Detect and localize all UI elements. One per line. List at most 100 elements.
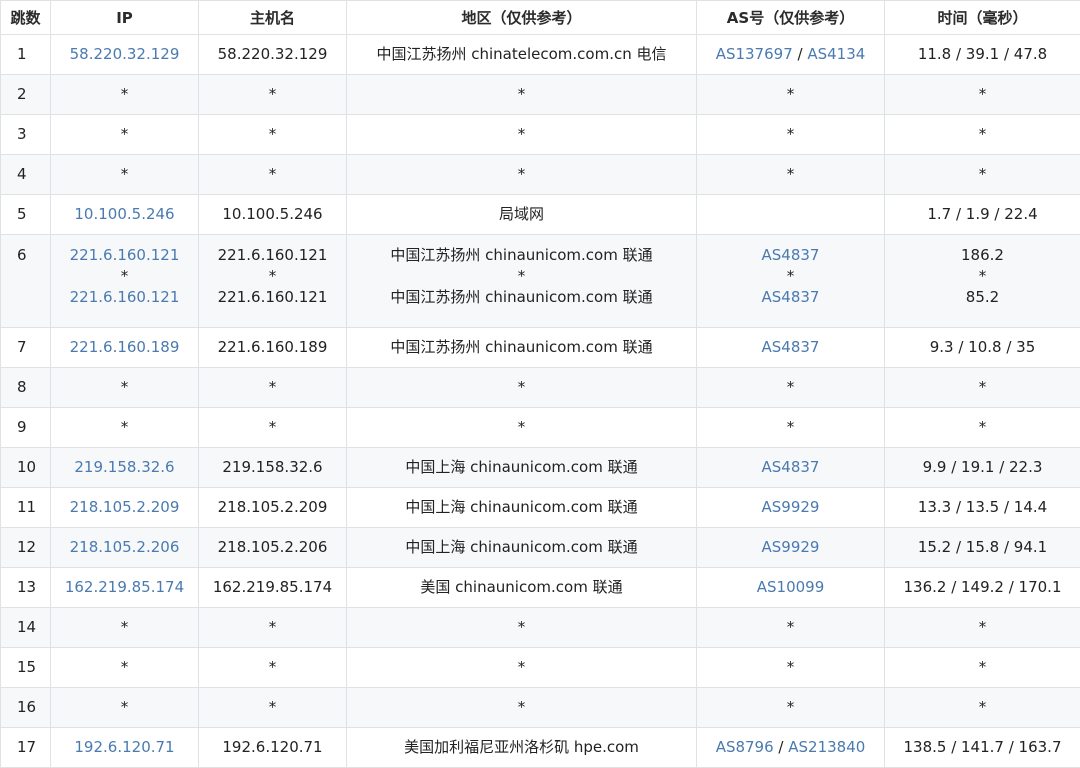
hostname-cell-text: * [203,658,342,677]
ip-link[interactable]: 218.105.2.209 [55,498,194,517]
region-cell-text: * [351,125,692,144]
traceroute-table: 跳数 IP 主机名 地区（仅供参考） AS号（仅供参考） 时间（毫秒） 158.… [0,0,1080,768]
ip-link[interactable]: 162.219.85.174 [55,578,194,597]
table-row: 9***** [1,408,1080,448]
header-hostname: 主机名 [199,1,347,35]
ip-cell: 218.105.2.209 [51,488,199,528]
ip-link[interactable]: 10.100.5.246 [55,205,194,224]
as-line: AS8796 / AS213840 [701,738,880,757]
region-cell-text: * [351,85,692,104]
ip-link[interactable]: 192.6.120.71 [55,738,194,757]
hop-cell: 13 [1,568,51,608]
region-cell-text: * [351,618,692,637]
ip-link[interactable]: 58.220.32.129 [55,45,194,64]
table-row: 11218.105.2.209218.105.2.209中国上海 chinaun… [1,488,1080,528]
as-line: * [701,378,880,397]
time-cell: 15.2 / 15.8 / 94.1 [885,528,1080,568]
ip-link[interactable]: 221.6.160.121 [55,287,194,308]
hostname-cell: 221.6.160.121*221.6.160.121 [199,235,347,328]
time-cell: 9.9 / 19.1 / 22.3 [885,448,1080,488]
as-line: AS137697 / AS4134 [701,45,880,64]
as-line: AS9929 [701,538,880,557]
as-text: * [787,658,795,676]
as-text: * [787,267,795,285]
ip-cell: 10.100.5.246 [51,195,199,235]
hostname-cell-text: * [203,378,342,397]
as-cell: AS4837 [697,448,885,488]
as-link[interactable]: AS8796 [716,738,774,756]
region-cell-text: * [351,266,692,287]
region-cell-text: * [351,658,692,677]
ip-link[interactable]: 221.6.160.189 [55,338,194,357]
as-link[interactable]: AS10099 [757,578,825,596]
hop-cell: 1 [1,35,51,75]
ip-cell-text: * [55,698,194,717]
time-cell-text: 9.3 / 10.8 / 35 [889,338,1076,357]
as-link[interactable]: AS9929 [762,498,820,516]
table-body: 158.220.32.12958.220.32.129中国江苏扬州 chinat… [1,35,1080,768]
ip-cell: * [51,648,199,688]
region-cell-text: 美国 chinaunicom.com 联通 [351,578,692,597]
as-cell [697,195,885,235]
as-link[interactable]: AS9929 [762,538,820,556]
as-text: * [787,618,795,636]
hop-cell: 16 [1,688,51,728]
as-link[interactable]: AS4837 [762,288,820,306]
region-cell-text: 中国江苏扬州 chinaunicom.com 联通 [351,287,692,308]
time-cell: * [885,368,1080,408]
time-cell-text: 1.7 / 1.9 / 22.4 [889,205,1076,224]
table-row: 14***** [1,608,1080,648]
region-cell-text: 中国上海 chinaunicom.com 联通 [351,498,692,517]
as-line: AS4837 [701,245,880,266]
as-cell: * [697,368,885,408]
as-link[interactable]: AS4134 [807,45,865,63]
hostname-cell: 218.105.2.209 [199,488,347,528]
as-link[interactable]: AS4837 [762,338,820,356]
as-link[interactable]: AS213840 [788,738,865,756]
as-text: * [787,378,795,396]
region-cell-text: 中国江苏扬州 chinatelecom.com.cn 电信 [351,45,692,64]
ip-link[interactable]: 218.105.2.206 [55,538,194,557]
header-row: 跳数 IP 主机名 地区（仅供参考） AS号（仅供参考） 时间（毫秒） [1,1,1080,35]
as-line: AS9929 [701,498,880,517]
time-cell: * [885,608,1080,648]
ip-cell: 221.6.160.189 [51,328,199,368]
time-cell: 136.2 / 149.2 / 170.1 [885,568,1080,608]
region-cell-text: 局域网 [351,205,692,224]
ip-cell: * [51,115,199,155]
ip-cell: * [51,155,199,195]
time-cell-text: * [889,165,1076,184]
as-link[interactable]: AS4837 [762,246,820,264]
table-header: 跳数 IP 主机名 地区（仅供参考） AS号（仅供参考） 时间（毫秒） [1,1,1080,35]
as-line: AS4837 [701,458,880,477]
table-row: 3***** [1,115,1080,155]
hostname-cell-text: * [203,698,342,717]
table-row: 15***** [1,648,1080,688]
hop-cell: 4 [1,155,51,195]
region-cell-text: 中国上海 chinaunicom.com 联通 [351,458,692,477]
region-cell: 美国 chinaunicom.com 联通 [347,568,697,608]
hostname-cell-text: * [203,266,342,287]
as-text: * [787,418,795,436]
ip-link[interactable]: 221.6.160.121 [55,245,194,266]
time-cell: 186.2*85.2 [885,235,1080,328]
time-cell-text: 186.2 [889,245,1076,266]
as-cell: AS4837 * AS4837 [697,235,885,328]
ip-cell: * [51,608,199,648]
as-text: * [787,165,795,183]
hostname-cell: * [199,608,347,648]
ip-link[interactable]: 219.158.32.6 [55,458,194,477]
hop-cell: 10 [1,448,51,488]
region-cell: 中国上海 chinaunicom.com 联通 [347,528,697,568]
as-cell: * [697,648,885,688]
region-cell-text: * [351,378,692,397]
hop-cell: 2 [1,75,51,115]
as-line: AS4837 [701,287,880,308]
as-link[interactable]: AS137697 [716,45,793,63]
ip-cell: 221.6.160.121*221.6.160.121 [51,235,199,328]
as-text: * [787,85,795,103]
hostname-cell: * [199,408,347,448]
region-cell: * [347,368,697,408]
hop-cell: 14 [1,608,51,648]
as-link[interactable]: AS4837 [762,458,820,476]
